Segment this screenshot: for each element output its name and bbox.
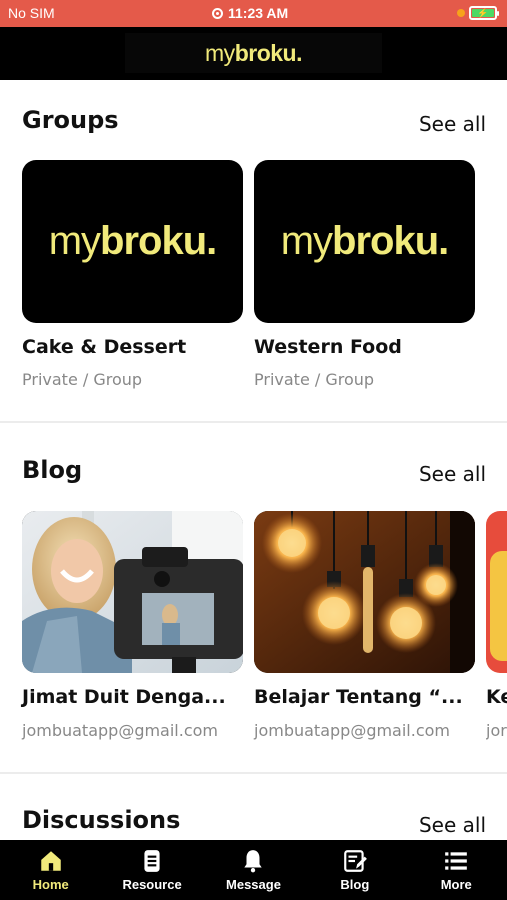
section-divider bbox=[0, 772, 507, 774]
group-meta: Private / Group bbox=[22, 370, 143, 389]
blog-title: Blog bbox=[22, 456, 83, 484]
light-bulbs-photo bbox=[254, 511, 475, 673]
blog-card[interactable]: Ke jor bbox=[486, 511, 507, 751]
nav-label: Message bbox=[226, 877, 281, 892]
alarm-icon bbox=[212, 7, 223, 19]
status-right: ⚡ bbox=[457, 6, 499, 20]
blog-post-title: Ke bbox=[486, 686, 507, 708]
section-divider bbox=[0, 421, 507, 423]
group-logo: mybroku. bbox=[48, 219, 218, 263]
nav-label: Home bbox=[32, 877, 69, 892]
nav-blog[interactable]: Blog bbox=[304, 840, 405, 900]
partial-card-photo bbox=[486, 511, 507, 673]
blog-post-author: jombuatapp@gmail.com bbox=[254, 721, 451, 740]
groups-see-all-link[interactable]: See all bbox=[419, 112, 486, 136]
nav-label: Resource bbox=[122, 877, 182, 892]
blog-post-title: Jimat Duit Denga... bbox=[22, 686, 226, 708]
group-name: Cake & Dessert bbox=[22, 336, 187, 358]
group-card[interactable]: mybroku. Cake & Dessert Private / Group bbox=[22, 160, 243, 389]
discussions-see-all-link[interactable]: See all bbox=[419, 813, 486, 837]
group-thumbnail: mybroku. bbox=[22, 160, 243, 323]
status-bar: No SIM 11:23 AM ⚡ bbox=[0, 0, 507, 27]
group-card[interactable]: mybroku. Western Food Private / Group bbox=[254, 160, 475, 389]
nav-label: Blog bbox=[340, 877, 370, 892]
status-time: 11:23 AM bbox=[212, 5, 288, 21]
nav-resource[interactable]: Resource bbox=[101, 840, 202, 900]
group-name: Western Food bbox=[254, 336, 402, 358]
recording-dot-icon bbox=[457, 9, 465, 17]
group-meta: Private / Group bbox=[254, 370, 375, 389]
blog-card[interactable]: Jimat Duit Denga... jombuatapp@gmail.com bbox=[22, 511, 243, 740]
logo-text: mybroku. bbox=[205, 39, 302, 66]
home-icon bbox=[40, 851, 61, 871]
group-logo: mybroku. bbox=[280, 219, 450, 263]
battery-icon: ⚡ bbox=[469, 6, 499, 20]
bottom-nav: Home Resource Message Blog More bbox=[0, 840, 507, 900]
nav-message[interactable]: Message bbox=[203, 840, 304, 900]
blog-see-all-link[interactable]: See all bbox=[419, 462, 486, 486]
menu-icon bbox=[445, 852, 468, 870]
nav-more[interactable]: More bbox=[406, 840, 507, 900]
blog-post-author: jor bbox=[486, 721, 507, 740]
groups-title: Groups bbox=[22, 106, 119, 134]
blog-card[interactable]: Belajar Tentang “... jombuatapp@gmail.co… bbox=[254, 511, 475, 740]
group-thumbnail: mybroku. bbox=[254, 160, 475, 323]
app-header: mybroku. bbox=[0, 27, 507, 80]
nav-home[interactable]: Home bbox=[0, 840, 101, 900]
edit-icon bbox=[344, 850, 367, 872]
discussions-title: Discussions bbox=[22, 806, 181, 834]
nav-label: More bbox=[440, 877, 472, 892]
woman-with-camera-photo bbox=[22, 511, 243, 673]
header-logo[interactable]: mybroku. bbox=[125, 33, 382, 73]
carrier-label: No SIM bbox=[8, 5, 55, 21]
time-label: 11:23 AM bbox=[228, 5, 289, 21]
blog-post-title: Belajar Tentang “... bbox=[254, 686, 463, 708]
bell-icon bbox=[244, 850, 263, 873]
document-icon bbox=[144, 850, 160, 872]
blog-post-author: jombuatapp@gmail.com bbox=[22, 721, 219, 740]
